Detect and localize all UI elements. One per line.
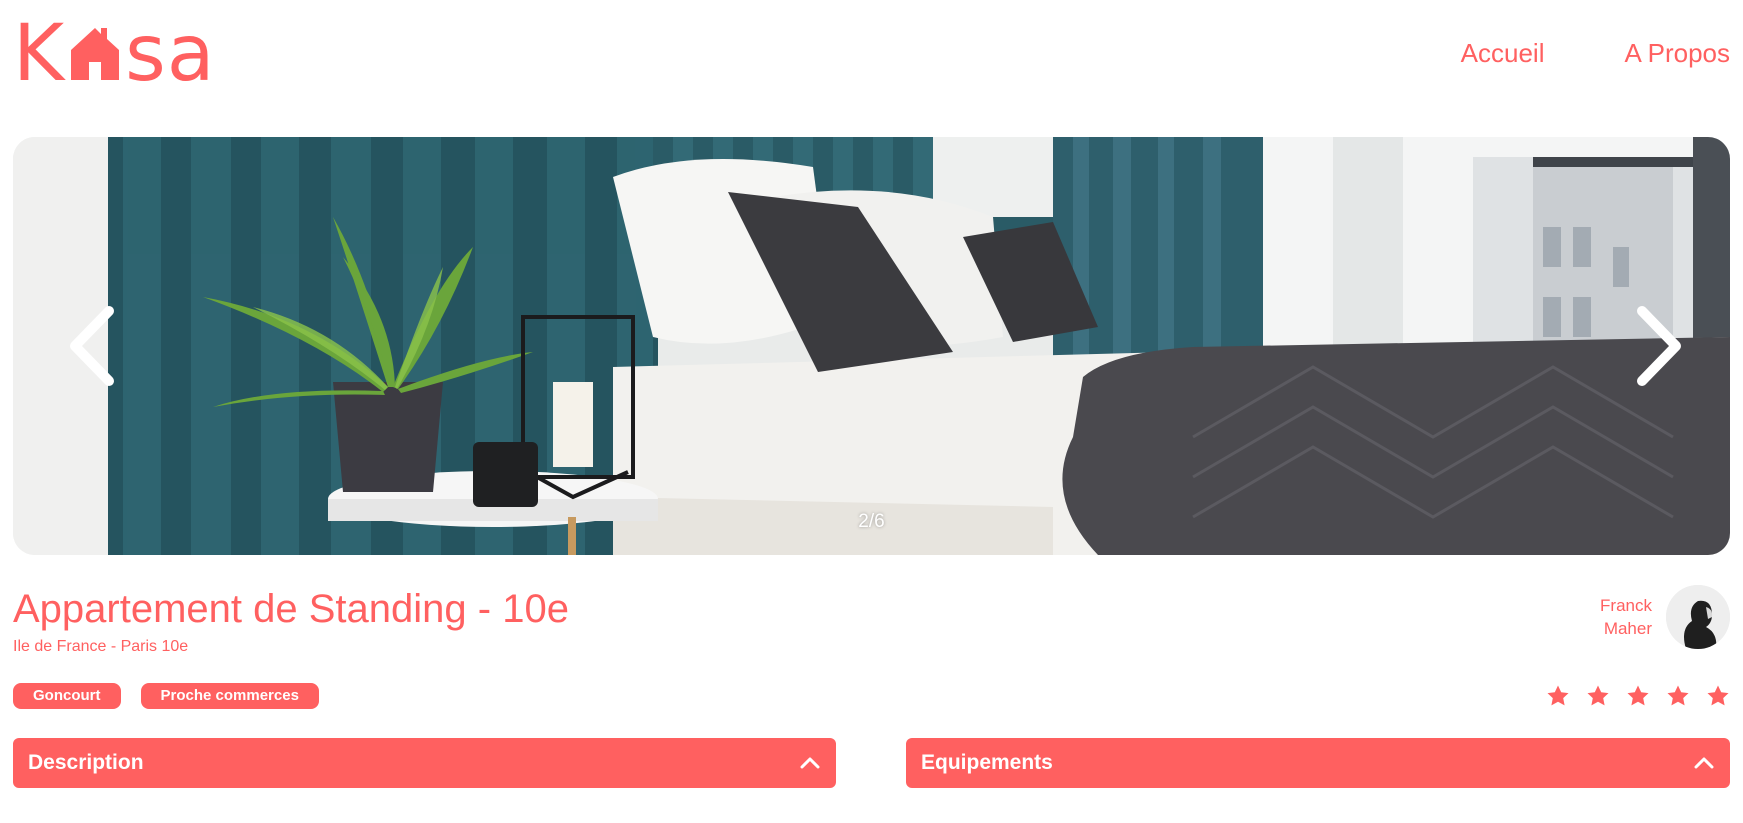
listing-heading: Appartement de Standing - 10e Ile de Fra… [13,586,569,656]
slide-counter: 2/6 [858,511,885,532]
rating-stars [1546,684,1730,708]
tag-badge: Goncourt [13,683,121,709]
listing-title: Appartement de Standing - 10e [13,587,569,631]
chevron-up-icon[interactable] [1693,756,1715,770]
tag-list: Goncourt Proche commerces [13,683,319,709]
nav-link-a-propos[interactable]: A Propos [1624,38,1730,69]
nav-link-accueil[interactable]: Accueil [1461,38,1545,69]
apartment-photo [13,137,1730,555]
description-collapse-header[interactable]: Description [13,738,836,788]
tag-badge: Proche commerces [140,683,319,709]
chevron-up-icon[interactable] [799,756,821,770]
logo-letters-sa: sa [125,9,216,99]
house-icon [71,28,120,80]
host-avatar [1666,585,1730,649]
equipments-label: Equipements [921,751,1053,774]
star-icon [1547,685,1569,706]
host-first-name: Franck [1600,596,1652,615]
host-name: Franck Maher [1600,594,1652,640]
kasa-logo[interactable]: K sa [13,9,216,99]
star-icon [1707,685,1729,706]
main-nav: Accueil A Propos [1461,38,1730,69]
star-icon [1587,685,1609,706]
equipments-collapse-header[interactable]: Equipements [906,738,1730,788]
star-icon [1667,685,1689,706]
site-header: K sa Accueil A Propos [13,0,1730,110]
listing-location: Ile de France - Paris 10e [13,638,189,655]
chevron-left-icon[interactable] [57,301,127,391]
photo-carousel: 2/6 [13,137,1730,555]
host-card: Franck Maher [1600,585,1730,649]
logo-letter-k: K [13,9,66,99]
description-label: Description [28,751,144,774]
chevron-right-icon[interactable] [1624,301,1694,391]
host-last-name: Maher [1603,619,1652,638]
star-icon [1627,685,1649,706]
